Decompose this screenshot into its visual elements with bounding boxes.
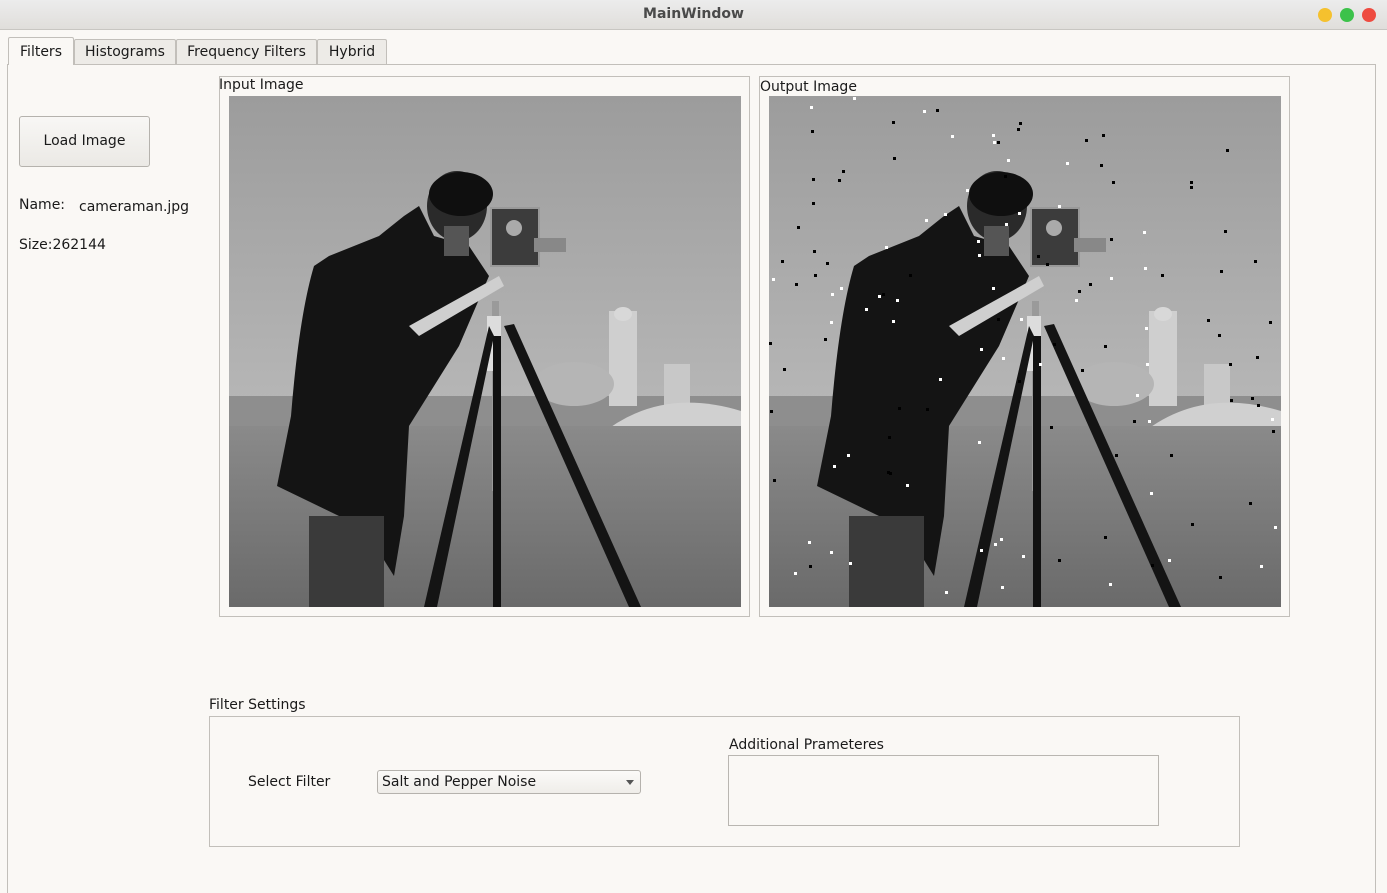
select-filter-label: Select Filter — [248, 774, 331, 790]
filter-select[interactable]: Salt and Pepper Noise — [377, 770, 641, 794]
image-size-text: Size:262144 — [19, 237, 106, 253]
input-image-title: Input Image — [219, 77, 304, 93]
output-image — [769, 96, 1281, 607]
tab-frequency-filters[interactable]: Frequency Filters — [176, 39, 317, 64]
minimize-icon[interactable] — [1318, 8, 1332, 22]
filter-select-value: Salt and Pepper Noise — [382, 774, 537, 790]
chevron-down-icon — [626, 780, 634, 785]
main-window: MainWindow Filters Histograms Frequency … — [0, 0, 1387, 893]
output-image-title: Output Image — [760, 79, 857, 95]
load-image-button[interactable]: Load Image — [19, 116, 150, 167]
tab-filters[interactable]: Filters — [8, 37, 74, 65]
name-label: Name: — [19, 197, 66, 213]
window-title: MainWindow — [643, 6, 744, 22]
filter-settings-title: Filter Settings — [209, 697, 306, 713]
tab-hybrid[interactable]: Hybrid — [317, 39, 387, 64]
tab-histograms[interactable]: Histograms — [74, 39, 176, 64]
additional-params-label: Additional Prameteres — [729, 737, 884, 753]
close-icon[interactable] — [1362, 8, 1376, 22]
input-image — [229, 96, 741, 607]
title-bar[interactable]: MainWindow — [0, 0, 1387, 30]
file-name-value: cameraman.jpg — [79, 199, 190, 215]
maximize-icon[interactable] — [1340, 8, 1354, 22]
additional-params-box — [728, 755, 1159, 826]
